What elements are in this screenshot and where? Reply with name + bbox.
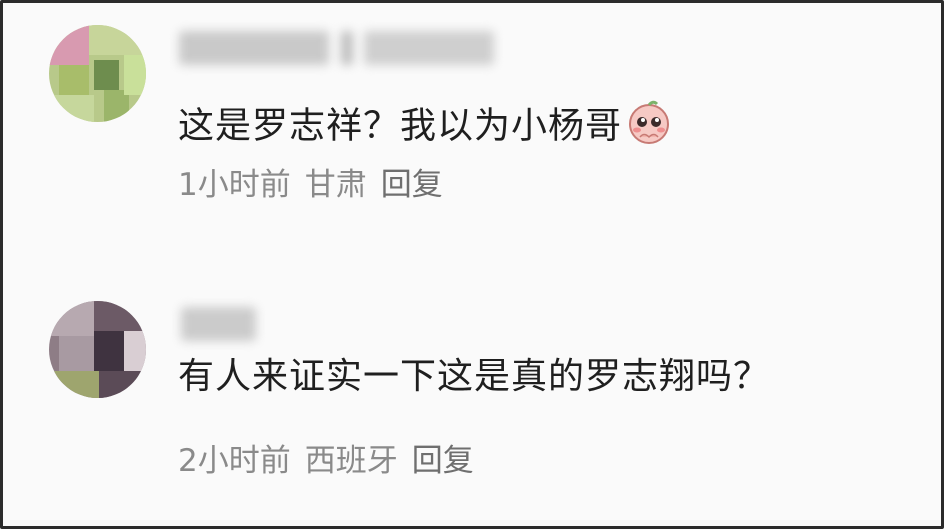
comment-meta: 1小时前 甘肃 回复	[178, 165, 457, 205]
blushing-peach-face-emoji-icon	[626, 99, 672, 156]
reply-button[interactable]: 回复	[412, 443, 474, 479]
comment-time: 1小时前	[178, 167, 291, 203]
comment-list: 这是罗志祥？我以为小杨哥 1小时前 甘肃 回复 有人来证实一下这是真的罗志翔吗？…	[0, 0, 944, 529]
comment-meta: 2小时前 西班牙 回复	[178, 441, 488, 481]
comment-location: 甘肃	[304, 167, 367, 203]
avatar[interactable]	[49, 301, 146, 398]
comment-location: 西班牙	[304, 443, 398, 479]
comment-text: 有人来证实一下这是真的罗志翔吗？	[178, 356, 771, 397]
comment-time: 2小时前	[178, 443, 291, 479]
reply-button[interactable]: 回复	[381, 167, 443, 203]
avatar[interactable]	[49, 25, 146, 122]
comment-text: 这是罗志祥？我以为小杨哥	[178, 99, 672, 156]
